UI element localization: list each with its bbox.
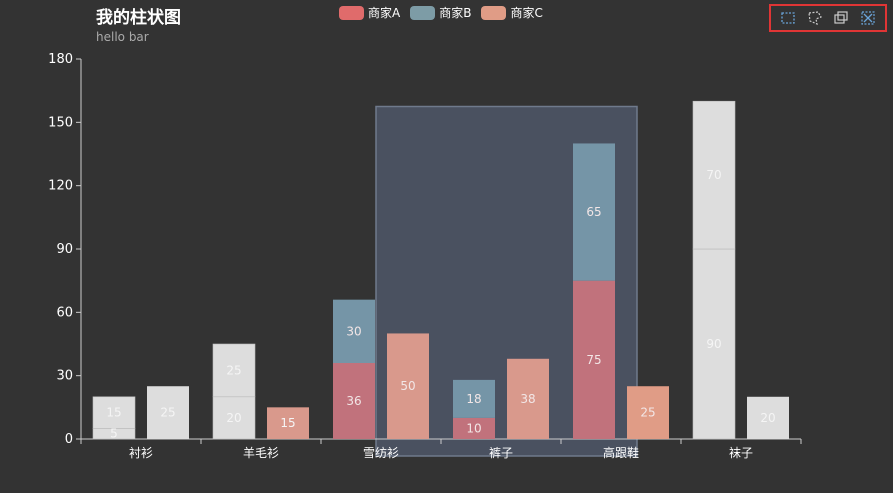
data-label-series-a: 20 [226,411,241,425]
data-label-series-c: 20 [760,411,775,425]
y-tick-label: 120 [48,179,73,194]
data-label-series-c: 25 [160,406,175,420]
legend-swatch-b [410,5,436,20]
legend-item-c[interactable]: 商家C [481,4,543,21]
x-tick-label: 高跟鞋 [603,445,639,460]
y-tick-label: 150 [48,115,73,130]
legend-label-a: 商家A [368,6,401,20]
data-label-series-b: 18 [466,392,481,406]
y-tick-label: 180 [48,52,73,67]
data-label-series-c: 15 [280,416,295,430]
data-label-series-a: 10 [466,421,481,435]
y-tick-label: 0 [65,432,73,447]
x-tick-label: 羊毛衫 [243,445,279,460]
x-tick-label: 裤子 [489,446,513,460]
legend-swatch-c [481,5,507,20]
brush-toolbox [769,4,887,32]
legend: 商家A 商家B 商家C [339,4,543,21]
data-label-series-b: 30 [346,324,361,338]
data-label-series-a: 5 [110,427,118,441]
chart-title: 我的柱状图 [96,8,181,28]
data-label-series-b: 25 [226,363,241,377]
x-tick-label: 袜子 [729,446,753,460]
data-label-series-a: 75 [586,353,601,367]
legend-swatch-a [339,5,364,20]
x-tick-label: 衬衫 [129,446,153,460]
bar-chart: 0 30 60 90 120 150 180 衬衫 羊毛衫 雪纺衫 裤子 高跟鞋 袜子 5 15 25 20 25… [48,52,802,460]
data-label-series-c: 38 [520,392,535,406]
data-label-series-a: 90 [706,337,721,351]
y-tick-label: 30 [56,369,73,384]
data-label-series-c: 25 [640,406,655,420]
data-label-series-b: 70 [706,168,721,182]
clear-selection-icon[interactable] [860,10,876,26]
rect-select-icon[interactable] [780,10,796,26]
data-label-series-b: 65 [586,205,601,219]
y-tick-label: 90 [56,242,73,257]
data-label-series-c: 50 [400,379,415,393]
legend-item-a[interactable]: 商家A [339,4,400,21]
data-label-series-a: 36 [346,394,361,408]
legend-label-c: 商家C [510,6,543,20]
chart-subtitle: hello bar [96,30,149,44]
keep-selection-icon[interactable] [833,10,849,26]
legend-label-b: 商家B [439,6,472,20]
legend-item-b[interactable]: 商家B [410,4,471,21]
polygon-select-icon[interactable] [807,10,823,26]
y-tick-label: 60 [56,305,73,320]
x-tick-label: 雪纺衫 [363,446,399,460]
data-label-series-b: 15 [106,406,121,420]
